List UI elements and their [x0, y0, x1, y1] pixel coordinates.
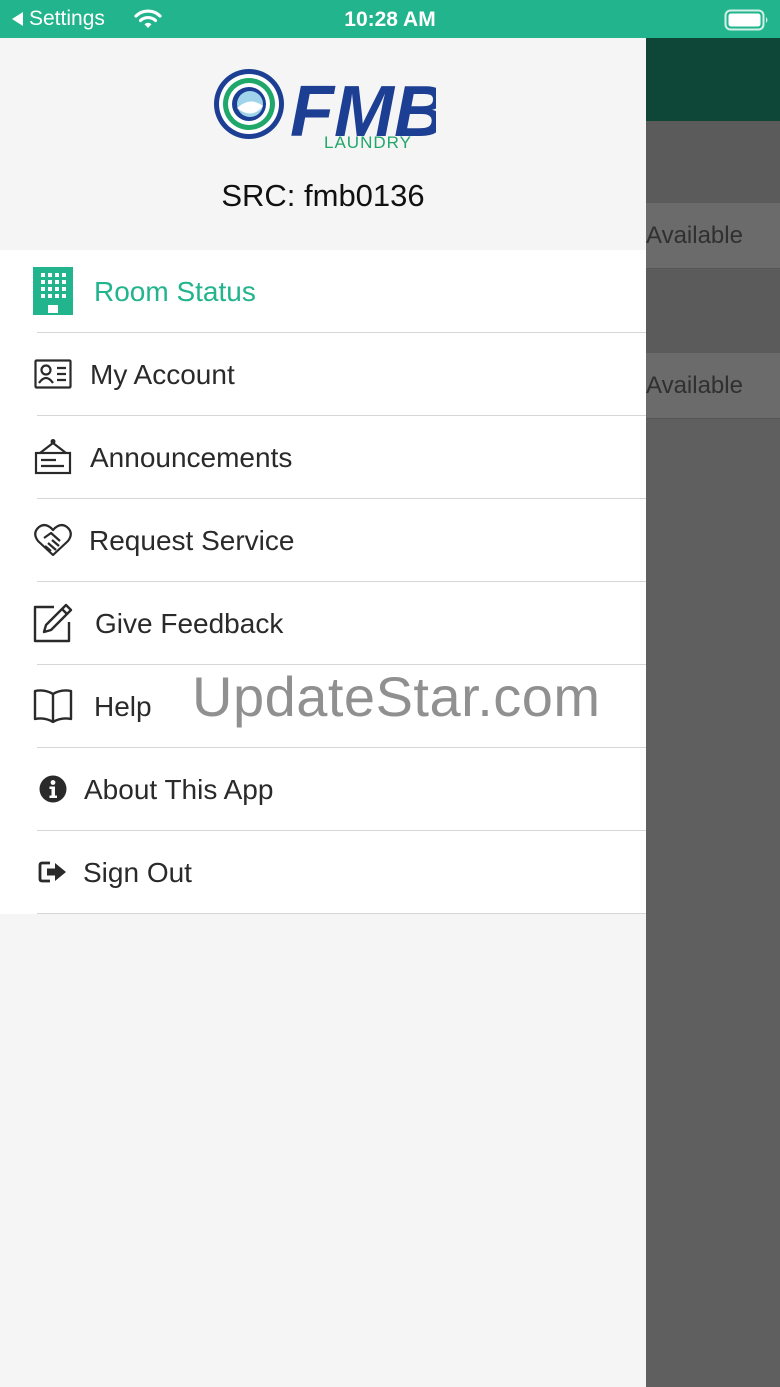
background-nav-bar [646, 38, 780, 121]
menu-item-give-feedback[interactable]: Give Feedback [0, 582, 646, 665]
background-section-header [646, 270, 780, 353]
sign-out-icon [32, 851, 74, 893]
menu-item-sign-out[interactable]: Sign Out [0, 831, 646, 914]
background-app[interactable]: Available Available [646, 38, 780, 1387]
status-time: 10:28 AM [344, 8, 436, 31]
menu-item-label: Sign Out [83, 857, 192, 888]
menu-item-label: My Account [90, 359, 235, 390]
background-row: Available [646, 353, 780, 419]
src-label: SRC: fmb0136 [221, 178, 425, 213]
battery-icon [724, 9, 768, 31]
menu-item-label: Room Status [94, 276, 256, 307]
menu-item-request-service[interactable]: Request Service [0, 499, 646, 582]
menu-item-label: Announcements [90, 442, 293, 473]
menu-item-my-account[interactable]: My Account [0, 333, 646, 416]
screen: Settings 10:28 AM Available Available FM… [0, 0, 780, 1387]
handshake-heart-icon [32, 519, 74, 561]
background-section-header [646, 121, 780, 203]
menu-item-room-status[interactable]: Room Status [0, 250, 646, 333]
status-bar: Settings 10:28 AM [0, 0, 780, 38]
side-drawer: FMB LAUNDRY SRC: fmb0136 Room Status My … [0, 38, 646, 1387]
info-icon [32, 768, 74, 810]
logo-subtext: LAUNDRY [324, 133, 412, 150]
drawer-header: FMB LAUNDRY SRC: fmb0136 [0, 38, 646, 250]
background-row: Available [646, 203, 780, 269]
menu-item-label: Request Service [89, 525, 295, 556]
book-icon [32, 685, 74, 727]
menu-item-about-this-app[interactable]: About This App [0, 748, 646, 831]
menu-item-label: Give Feedback [95, 608, 284, 639]
id-card-icon [32, 353, 74, 395]
menu-item-label: About This App [84, 774, 274, 805]
hanging-sign-icon [32, 436, 74, 478]
drawer-menu: Room Status My Account Announcements Req… [0, 250, 646, 914]
edit-icon [32, 602, 74, 644]
fmb-laundry-logo: FMB LAUNDRY [214, 69, 436, 150]
menu-item-announcements[interactable]: Announcements [0, 416, 646, 499]
menu-item-help[interactable]: Help [0, 665, 646, 748]
building-icon [32, 267, 74, 315]
menu-item-label: Help [94, 691, 152, 722]
